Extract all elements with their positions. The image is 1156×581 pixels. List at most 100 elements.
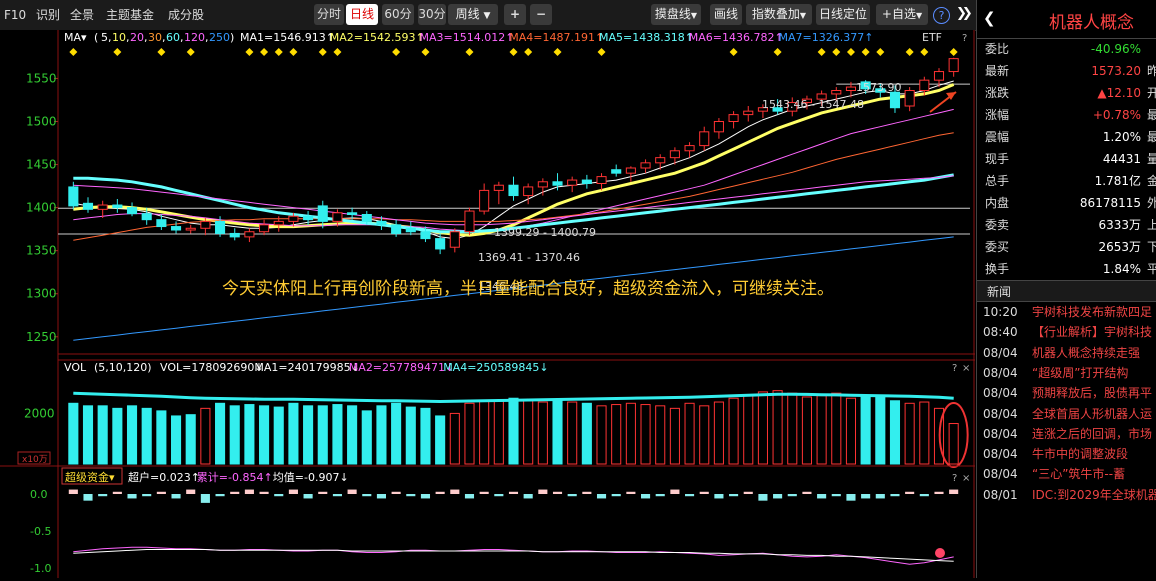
candle-body (420, 231, 431, 240)
fund-bar (200, 494, 210, 503)
chart-annotation: 今天实体阳上行再创阶段新高，半日量能配合良好，超级资金流入，可继续关注。 (222, 279, 834, 299)
candle-body (273, 220, 284, 226)
collapse-panel-icon[interactable]: ❯❯ (956, 6, 973, 21)
volume-bar (288, 402, 299, 465)
volume-bar (112, 407, 123, 465)
vol-value: MA4=250589845↓ (443, 361, 548, 374)
period-button-0[interactable]: 分时 (314, 4, 344, 25)
toolbar-item-3[interactable]: 主题基金 (106, 5, 154, 25)
toolbar-item-2[interactable]: 全景 (70, 5, 94, 25)
toolbar-tool-4[interactable]: +自选▼ (876, 4, 928, 25)
fund-bar (406, 494, 416, 497)
news-item[interactable]: 08/04 连涨之后的回调，市场 (977, 424, 1156, 444)
volume-bar (581, 402, 592, 465)
fund-bar (949, 489, 959, 494)
toolbar-tool-2[interactable]: 指数叠加▼ (746, 4, 812, 25)
period-button-2[interactable]: 60分 (382, 4, 414, 25)
fund-bar (743, 491, 753, 494)
price-label: 1369.41 - 1370.46 (478, 251, 580, 264)
toolbar-item-1[interactable]: 识别 (36, 5, 60, 25)
ma-params-bracket: ( (94, 31, 98, 44)
chevron-down-icon: ▼ (483, 11, 491, 21)
candle-body (625, 167, 636, 174)
candle-body (288, 215, 299, 222)
candle-body (537, 181, 548, 188)
ma-param-sep: , (144, 31, 148, 44)
kline-chart[interactable]: 1250130013501400145015001550MA▾(5, 10, 20,… (0, 30, 975, 578)
news-item[interactable]: 08:40 【行业解析】宇树科技 (977, 322, 1156, 342)
period-select-label: 周线 (455, 7, 480, 21)
ma-value: MA6=1436.782↑ (689, 31, 784, 44)
volume-bar (435, 415, 446, 465)
fund-bar (83, 494, 93, 501)
fund-bar (890, 494, 900, 497)
toolbar-tool-label: 摸盘线 (654, 7, 691, 21)
help-icon: ? (952, 363, 957, 374)
fund-bar (332, 494, 342, 497)
help-icon[interactable]: ? (933, 7, 950, 24)
ma-param: 120 (184, 31, 205, 44)
ma-param-sep: , (126, 31, 130, 44)
news-item[interactable]: 08/04 全球首届人形机器人运 (977, 404, 1156, 424)
news-item[interactable]: 08/01 IDC:到2029年全球机器 (977, 485, 1156, 505)
fund-bar (773, 494, 783, 499)
period-button-3[interactable]: 30分 (418, 4, 446, 25)
fund-bar (127, 494, 137, 499)
volume-bar (743, 395, 754, 465)
candle-body (699, 131, 710, 147)
zoom-out-button[interactable]: − (530, 4, 552, 25)
volume-bar (625, 402, 636, 465)
fund-bar (171, 494, 181, 499)
volume-bar (215, 402, 226, 465)
back-icon[interactable]: ❮ (983, 9, 996, 27)
volume-bar (904, 402, 915, 465)
y-tick-label: 1250 (26, 330, 57, 344)
fund-bar (817, 494, 827, 499)
ma-param: 30 (148, 31, 162, 44)
fund-bar (420, 494, 431, 499)
toolbar-tool-3[interactable]: 日线定位 (816, 4, 870, 25)
news-item[interactable]: 08/04 “三心”筑牛市--蓄 (977, 464, 1156, 484)
toolbar-item-0[interactable]: F10 (4, 5, 26, 25)
candle (464, 207, 475, 236)
candle-body (845, 86, 857, 92)
news-item[interactable]: 08/04 机器人概念持续走强 (977, 343, 1156, 363)
news-item[interactable]: 10:20 宇树科技发布新款四足 (977, 302, 1156, 322)
volume-bar (699, 405, 710, 465)
toolbar-tool-1[interactable]: 画线 (710, 4, 742, 25)
y-tick-label: 1550 (26, 71, 57, 85)
candle-body (112, 204, 123, 209)
volume-bar (728, 397, 739, 465)
fund-bar (244, 489, 254, 494)
candle-body (68, 186, 79, 207)
candle-body (317, 205, 328, 222)
ma-param: 10 (112, 31, 126, 44)
volume-bar (493, 400, 504, 465)
candle-body (508, 184, 519, 197)
chart-area[interactable]: 1250 1300 1350 1400 1450 1500 1550 MA▾(5, 10, 20,… (0, 30, 975, 578)
quote-tail-label: 上 (1147, 218, 1156, 232)
candle-body (728, 114, 739, 123)
toolbar-tool-label: 日线定位 (818, 7, 867, 21)
candle-body (713, 121, 724, 133)
volume-bar (537, 401, 548, 465)
news-title: “超级周”打开结构 (1032, 365, 1129, 380)
period-button-1[interactable]: 日线 (346, 4, 378, 25)
news-time: 08/04 (983, 406, 1018, 421)
fund-bar (68, 489, 78, 494)
zoom-in-button[interactable]: + (504, 4, 526, 25)
period-select[interactable]: 周线 ▼ (448, 4, 498, 25)
toolbar-item-4[interactable]: 成分股 (168, 5, 204, 25)
quote-value: -40.96% (1090, 42, 1141, 56)
news-item[interactable]: 08/04 牛市中的调整波段 (977, 444, 1156, 464)
volume-bar (273, 406, 284, 465)
vol-value: MA2=257789471↓ (349, 361, 454, 374)
candle-body (493, 184, 504, 191)
quote-value: 86178115 (1079, 196, 1141, 210)
news-header-label: 新闻 (987, 285, 1012, 299)
news-item[interactable]: 08/04 “超级周”打开结构 (977, 363, 1156, 383)
news-item[interactable]: 08/04 预期释放后，股债再平 (977, 383, 1156, 403)
toolbar-tool-0[interactable]: 摸盘线▼ (651, 4, 701, 25)
fund-bar (435, 491, 445, 494)
fund-bar (714, 494, 724, 499)
